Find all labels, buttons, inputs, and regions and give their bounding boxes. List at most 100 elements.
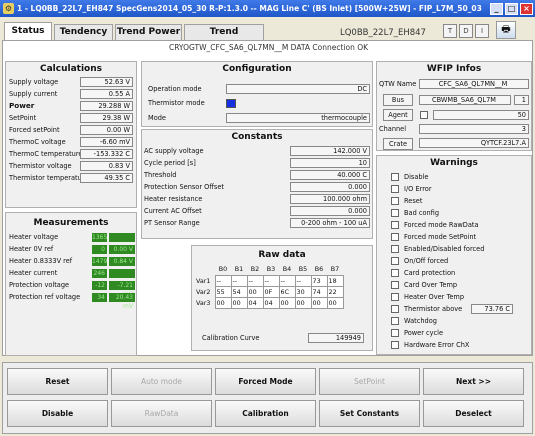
tab-tendency[interactable]: Tendency — [54, 24, 113, 40]
calibration-label: Calibration Curve — [202, 334, 260, 342]
tab-trend-power[interactable]: Trend Power — [115, 24, 182, 40]
meas-label: Heater 0.8333V ref — [9, 257, 73, 265]
meas-raw: -12 — [92, 281, 107, 290]
warning-label: Forced mode SetPoint — [404, 233, 477, 241]
calculations-panel: Calculations Supply voltage 52.63 V Supp… — [5, 61, 137, 208]
wfip-title: WFIP Infos — [426, 64, 482, 74]
warning-checkbox[interactable] — [391, 257, 399, 265]
calc-value: 0.00 W — [80, 125, 133, 135]
raw-cell: 6C — [278, 285, 296, 298]
warning-label: Thermistor above — [404, 305, 463, 313]
const-label: Protection Sensor Offset — [144, 183, 224, 191]
title-bar[interactable]: ⚙ 1 - LQ0BB_22L7_EH847 SpecGens2014_05_3… — [0, 0, 535, 17]
raw-cell: 18 — [326, 274, 344, 287]
maximize-icon[interactable]: □ — [505, 2, 518, 15]
raw-col-header: B5 — [295, 264, 311, 275]
meas-value — [109, 269, 135, 278]
detail-button[interactable]: D — [459, 24, 473, 38]
raw-cell: -- — [262, 274, 280, 287]
next-button[interactable]: Next >> — [423, 368, 524, 395]
crate-button[interactable]: Crate — [383, 138, 413, 150]
warning-checkbox[interactable] — [391, 221, 399, 229]
const-label: Current AC Offset — [144, 207, 202, 215]
raw-col-header: B2 — [247, 264, 263, 275]
thermistor-mode-indicator — [226, 99, 236, 108]
raw-data-panel: Raw data B0 B1 B2 B3 B4 B5 B6 B7 Var1 --… — [191, 245, 373, 351]
calc-value: 49.35 C — [80, 173, 133, 183]
raw-cell: 74 — [310, 285, 328, 298]
agent-checkbox[interactable] — [420, 111, 428, 119]
const-value: 142.000 V — [290, 146, 370, 156]
warning-checkbox[interactable] — [391, 269, 399, 277]
calc-value: 0.83 V — [80, 161, 133, 171]
status-panel: CRYOGTW_CFC_SA6_QL7MN__M DATA Connection… — [2, 41, 533, 356]
meas-raw: 1365 — [92, 233, 108, 242]
warnings-panel: Warnings — [376, 155, 532, 355]
calc-value: -6.60 mV — [80, 137, 133, 147]
rawdata-button[interactable]: RawData — [111, 400, 212, 427]
calibration-button[interactable]: Calibration — [215, 400, 316, 427]
measurements-title: Measurements — [33, 218, 109, 228]
operation-mode-value: DC — [226, 84, 370, 94]
raw-row-name: Var3 — [195, 297, 215, 308]
warning-checkbox[interactable] — [391, 245, 399, 253]
warning-checkbox[interactable] — [391, 185, 399, 193]
meas-value — [109, 233, 135, 242]
raw-col-header: B0 — [215, 264, 231, 275]
calc-label: Supply current — [9, 90, 58, 98]
deselect-button[interactable]: Deselect — [423, 400, 524, 427]
auto-mode-button[interactable]: Auto mode — [111, 368, 212, 395]
raw-cell: 30 — [294, 285, 312, 298]
disable-button[interactable]: Disable — [7, 400, 108, 427]
warning-checkbox[interactable] — [391, 341, 399, 349]
raw-row-name: Var2 — [195, 286, 215, 297]
configuration-title: Configuration — [222, 64, 292, 74]
minimize-icon[interactable]: _ — [490, 2, 503, 15]
const-label: AC supply voltage — [144, 147, 204, 155]
tab-trend-thcouple[interactable]: Trend ThCouple — [184, 24, 264, 52]
raw-col-header: B3 — [263, 264, 279, 275]
const-value: 10 — [290, 158, 370, 168]
raw-cell: 00 — [278, 296, 296, 309]
reset-button[interactable]: Reset — [7, 368, 108, 395]
raw-col-header: B6 — [311, 264, 327, 275]
warning-checkbox[interactable] — [391, 173, 399, 181]
const-value: 100.000 ohm — [290, 194, 370, 204]
warning-checkbox[interactable] — [391, 329, 399, 337]
calc-label: Power — [9, 101, 35, 110]
set-constants-button[interactable]: Set Constants — [319, 400, 420, 427]
bus-number: 1 — [514, 95, 529, 105]
warning-checkbox[interactable] — [391, 233, 399, 241]
warning-checkbox[interactable] — [391, 293, 399, 301]
raw-cell: 00 — [326, 296, 344, 309]
tab-status[interactable]: Status — [4, 22, 52, 41]
close-icon[interactable]: × — [520, 2, 533, 15]
raw-cell: 00 — [230, 296, 248, 309]
raw-cell: -- — [294, 274, 312, 287]
const-label: PT Sensor Range — [144, 219, 200, 227]
warning-checkbox[interactable] — [391, 317, 399, 325]
meas-value: 0.00 V — [109, 245, 135, 254]
raw-cell: -- — [214, 274, 232, 287]
setpoint-button[interactable]: SetPoint — [319, 368, 420, 395]
warning-checkbox[interactable] — [391, 197, 399, 205]
printer-icon[interactable]: 🖶 — [496, 21, 516, 39]
warning-checkbox[interactable] — [391, 281, 399, 289]
warning-checkbox[interactable] — [391, 305, 399, 313]
raw-cell: 00 — [214, 296, 232, 309]
warning-checkbox[interactable] — [391, 209, 399, 217]
agent-button[interactable]: Agent — [383, 109, 413, 121]
info-button[interactable]: I — [475, 24, 489, 38]
raw-row-name: Var1 — [195, 275, 215, 286]
meas-raw: 1479 — [92, 257, 108, 266]
const-value: 40.000 C — [290, 170, 370, 180]
raw-data-table: B0 B1 B2 B3 B4 B5 B6 B7 Var1 -- -- -- --… — [195, 264, 344, 309]
raw-col-header: B1 — [231, 264, 247, 275]
meas-raw: 34 — [92, 293, 107, 302]
trend-button[interactable]: T — [443, 24, 457, 38]
raw-cell: 73 — [310, 274, 328, 287]
bus-button[interactable]: Bus — [383, 94, 413, 106]
forced-mode-button[interactable]: Forced Mode — [215, 368, 316, 395]
raw-cell: 04 — [262, 296, 280, 309]
raw-cell: 00 — [246, 285, 264, 298]
